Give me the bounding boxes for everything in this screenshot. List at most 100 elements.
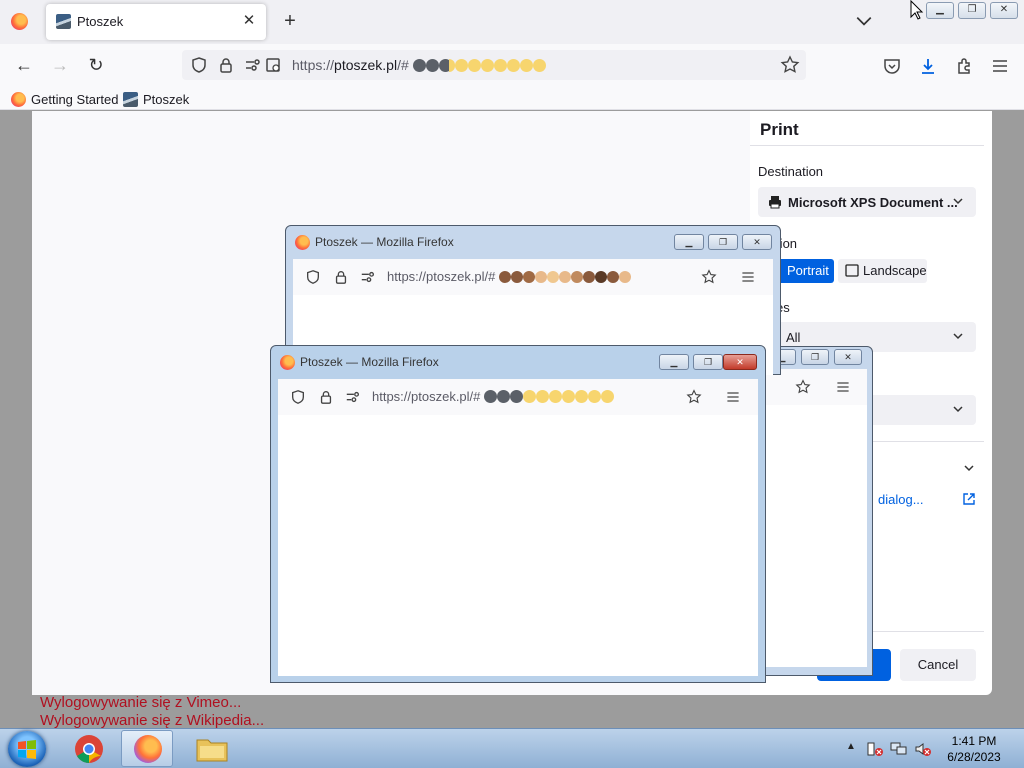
explorer-taskbar-button[interactable] [186, 730, 238, 767]
status-line: Wylogowywanie się z Wikipedia... [40, 712, 265, 729]
permissions-icon[interactable] [345, 389, 361, 405]
minimize-button[interactable]: ▁ [674, 234, 704, 250]
url-bar[interactable]: https://ptoszek.pl/# [182, 50, 806, 80]
destination-select[interactable]: Microsoft XPS Document ... [758, 187, 976, 217]
bookmark-getting-started[interactable]: Getting Started [11, 90, 118, 108]
tab-ptoszek[interactable]: Ptoszek ✕ [46, 4, 266, 40]
permissions-icon[interactable] [244, 56, 262, 74]
favicon-icon [123, 91, 138, 107]
destination-label: Destination [758, 164, 824, 179]
restore-button[interactable]: ❐ [801, 349, 829, 365]
landscape-label: Landscape [863, 263, 927, 278]
bookmark-label: Ptoszek [143, 91, 190, 107]
folder-icon [196, 739, 228, 762]
portrait-button[interactable]: Portrait [778, 259, 834, 283]
minimize-button[interactable]: ▁ [926, 2, 954, 19]
popup-nav-bar: https://ptoszek.pl/# [278, 379, 758, 415]
external-link-icon[interactable] [962, 492, 976, 506]
firefox-menu-icon[interactable] [11, 13, 28, 30]
permissions-icon[interactable] [360, 269, 376, 285]
hamburger-menu-icon[interactable] [835, 379, 851, 395]
hamburger-menu-icon[interactable] [740, 269, 756, 285]
firefox-icon [295, 235, 310, 250]
firefox-icon [134, 735, 162, 763]
back-button[interactable]: ← [12, 53, 36, 77]
chevron-down-icon [953, 198, 963, 205]
popup-url[interactable]: https://ptoszek.pl/# [387, 269, 632, 286]
bookmark-ptoszek[interactable]: Ptoszek [123, 90, 189, 108]
pages-value: All [786, 330, 801, 345]
firefox-taskbar-button[interactable] [121, 730, 173, 767]
clock-time: 1:41 PM [951, 734, 997, 748]
popup-nav-bar: https://ptoszek.pl/# [293, 259, 773, 295]
landscape-button[interactable]: Landscape [838, 259, 927, 283]
minimize-button[interactable]: ▁ [659, 354, 689, 370]
favicon-icon [56, 14, 71, 29]
hamburger-menu-icon[interactable] [725, 389, 741, 405]
chrome-icon [75, 735, 103, 763]
hamburger-menu-icon[interactable] [990, 56, 1010, 76]
close-window-button[interactable]: ✕ [990, 2, 1018, 19]
chrome-taskbar-button[interactable] [63, 730, 115, 767]
landscape-icon [845, 264, 859, 277]
windows-logo-icon [18, 740, 36, 759]
show-hidden-icons-icon[interactable]: ▲ [846, 741, 856, 752]
shield-icon[interactable] [305, 269, 321, 285]
start-button[interactable] [8, 731, 46, 767]
printer-icon [769, 196, 781, 209]
taskbar: ▲ 1:41 PM 6/28/2023 [0, 728, 1024, 768]
shield-icon[interactable] [190, 56, 208, 74]
pocket-icon[interactable] [882, 56, 902, 76]
popup-title: Ptoszek — Mozilla Firefox [315, 235, 454, 249]
network-icon[interactable] [890, 741, 908, 757]
forward-button[interactable]: → [48, 53, 72, 77]
print-title: Print [760, 120, 799, 139]
tab-strip: Ptoszek ✕ + ▁ ❐ ✕ [0, 0, 1024, 44]
url-emoji-dots [412, 59, 546, 75]
system-dialog-link[interactable]: dialog... [878, 492, 924, 507]
lock-icon[interactable] [333, 269, 349, 285]
action-center-icon[interactable] [866, 741, 884, 757]
chevron-down-icon [953, 333, 963, 340]
star-icon[interactable] [795, 379, 811, 395]
popup-window-active[interactable]: Ptoszek — Mozilla Firefox ▁ ❐ ✕ https://… [270, 345, 766, 683]
shield-icon[interactable] [290, 389, 306, 405]
close-tab-icon[interactable]: ✕ [240, 12, 258, 30]
chevron-down-icon[interactable] [962, 461, 976, 475]
reload-button[interactable]: ↻ [84, 53, 108, 77]
popup-url[interactable]: https://ptoszek.pl/# [372, 389, 615, 406]
close-window-button[interactable]: ✕ [723, 354, 757, 370]
page-icon[interactable] [264, 56, 282, 74]
popup-page [278, 415, 758, 676]
chevron-down-icon[interactable] [855, 12, 873, 30]
restore-button[interactable]: ❐ [958, 2, 986, 19]
downloads-icon[interactable] [918, 56, 938, 76]
navigation-toolbar: ← → ↻ https://ptoszek.pl/# [0, 44, 1024, 86]
star-icon[interactable] [686, 389, 702, 405]
clock[interactable]: 1:41 PM 6/28/2023 [944, 733, 1004, 765]
destination-value: Microsoft XPS Document ... [788, 195, 958, 210]
restore-button[interactable]: ❐ [693, 354, 723, 370]
close-window-button[interactable]: ✕ [834, 349, 862, 365]
clock-date: 6/28/2023 [947, 750, 1001, 764]
close-window-button[interactable]: ✕ [742, 234, 772, 250]
chevron-down-icon [953, 406, 963, 413]
new-tab-button[interactable]: + [280, 10, 300, 32]
mouse-cursor-icon [910, 0, 924, 20]
firefox-icon [11, 91, 26, 107]
volume-muted-icon[interactable] [914, 741, 932, 757]
bookmark-label: Getting Started [31, 91, 119, 107]
star-icon[interactable] [701, 269, 717, 285]
lock-icon[interactable] [217, 56, 235, 74]
lock-icon[interactable] [318, 389, 334, 405]
popup-title: Ptoszek — Mozilla Firefox [300, 355, 439, 369]
url-emoji-dots [484, 390, 615, 406]
status-line: Wylogowywanie się z Vimeo... [40, 694, 242, 711]
url-text[interactable]: https://ptoszek.pl/# [292, 57, 546, 75]
star-icon[interactable] [780, 55, 800, 75]
bookmarks-toolbar: Getting Started Ptoszek [0, 86, 1024, 110]
extensions-icon[interactable] [954, 56, 974, 76]
divider [750, 145, 984, 146]
cancel-button[interactable]: Cancel [900, 649, 976, 681]
restore-button[interactable]: ❐ [708, 234, 738, 250]
